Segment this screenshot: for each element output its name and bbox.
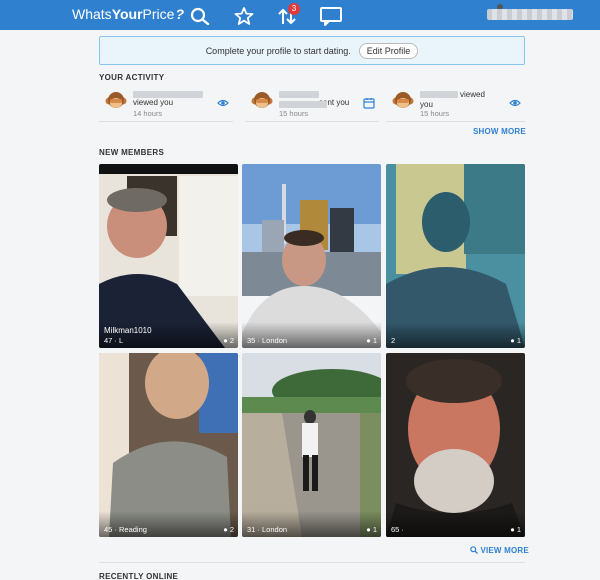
logo-text-prefix: Whats	[72, 6, 112, 22]
member-photo-count-value: 1	[372, 336, 377, 345]
notification-badge: 3	[288, 3, 300, 15]
your-activity-heading: YOUR ACTIVITY	[99, 73, 165, 82]
member-age-location: 65 ·	[391, 525, 404, 534]
activity-text: viewed you	[133, 98, 174, 107]
new-members-heading: NEW MEMBERS	[99, 148, 165, 157]
activity-item[interactable]: viewed you 14 hours	[99, 86, 233, 122]
logo-question-mark: ?	[175, 6, 185, 22]
member-card[interactable]: 45 · Reading ● 2	[99, 353, 238, 537]
member-age-location: 35 · London	[247, 336, 288, 345]
member-photo-count: ● 1	[366, 336, 377, 345]
eye-icon	[509, 99, 521, 107]
activity-user-name-redacted	[279, 101, 327, 108]
member-caption-shade	[386, 511, 525, 537]
activity-text: viewed	[460, 90, 485, 99]
logo-text-suffix: Price	[142, 6, 175, 22]
new-members-grid: Milkman1010 47 · L ● 2 35 · London ● 1 2…	[99, 164, 525, 538]
monkey-avatar-icon	[392, 92, 414, 108]
user-name-redacted[interactable]	[487, 9, 573, 20]
member-photo-count-value: 2	[229, 525, 234, 534]
member-photo-count: ● 2	[223, 336, 234, 345]
favorites-star-icon[interactable]	[233, 7, 255, 25]
member-photo	[242, 353, 381, 537]
member-card[interactable]: 2 ● 1	[386, 164, 525, 348]
show-more-link[interactable]: SHOW MORE	[473, 127, 526, 136]
activity-time: 15 hours	[279, 109, 309, 118]
view-more-link[interactable]: VIEW MORE	[470, 546, 529, 555]
member-card[interactable]: 31 · London ● 1	[242, 353, 381, 537]
activity-list: viewed you 14 hours sent you 15 hours vi…	[99, 86, 525, 122]
member-caption-shade	[386, 322, 525, 348]
member-photo	[99, 353, 238, 537]
activity-text-line2: you	[420, 100, 433, 109]
calendar-icon	[363, 98, 375, 109]
member-card[interactable]: 35 · London ● 1	[242, 164, 381, 348]
messages-icon[interactable]	[319, 6, 343, 26]
member-name: Milkman1010	[104, 326, 152, 335]
recently-online-heading: RECENTLY ONLINE	[99, 572, 179, 580]
member-photo-count: ● 2	[223, 525, 234, 534]
logo-text-bold: Your	[111, 6, 143, 22]
member-photo-count-value: 1	[516, 525, 521, 534]
member-photo-count: ● 1	[366, 525, 377, 534]
monkey-avatar-icon	[105, 92, 127, 108]
monkey-avatar-icon	[251, 92, 273, 108]
section-divider	[99, 562, 525, 563]
member-photo	[386, 164, 525, 348]
eye-icon	[217, 99, 229, 107]
member-age-location: 47 · L	[104, 336, 124, 345]
member-age-location: 45 · Reading	[104, 525, 147, 534]
member-age-location: 2	[391, 336, 396, 345]
activity-time: 15 hours	[420, 109, 450, 118]
edit-profile-button[interactable]: Edit Profile	[358, 42, 419, 59]
search-small-icon	[470, 546, 478, 554]
member-age-location: 31 · London	[247, 525, 288, 534]
member-photo-count-value: 1	[516, 336, 521, 345]
top-navigation-bar: WhatsYourPrice? 3	[0, 0, 600, 30]
search-icon[interactable]	[189, 7, 211, 25]
member-photo-count-value: 2	[229, 336, 234, 345]
site-logo[interactable]: WhatsYourPrice?	[72, 6, 184, 22]
activity-user-name-redacted	[279, 91, 319, 98]
activity-item[interactable]: viewed you 15 hours	[386, 86, 525, 122]
complete-profile-banner: Complete your profile to start dating. E…	[99, 36, 525, 65]
member-card[interactable]: Milkman1010 47 · L ● 2	[99, 164, 238, 348]
activity-user-name-redacted	[420, 91, 458, 98]
activity-user-name-redacted	[133, 91, 203, 98]
member-photo	[242, 164, 381, 348]
member-photo	[386, 353, 525, 537]
member-card[interactable]: 65 · ● 1	[386, 353, 525, 537]
member-photo-count: ● 1	[510, 336, 521, 345]
view-more-label: VIEW MORE	[480, 546, 529, 555]
banner-text: Complete your profile to start dating.	[205, 45, 351, 56]
member-photo-count: ● 1	[510, 525, 521, 534]
member-photo-count-value: 1	[372, 525, 377, 534]
activity-item[interactable]: sent you 15 hours	[245, 86, 379, 122]
member-photo	[99, 164, 238, 348]
activity-time: 14 hours	[133, 109, 163, 118]
